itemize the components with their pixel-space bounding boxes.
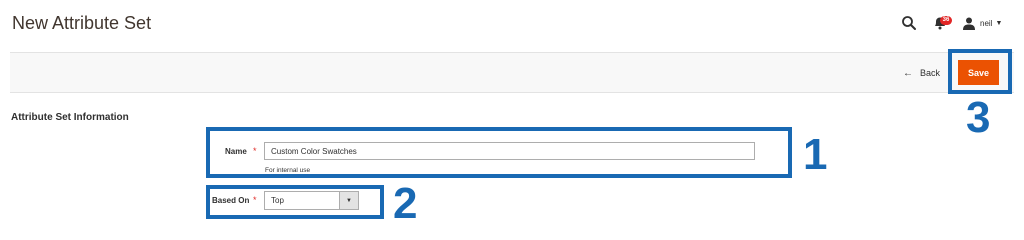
user-menu[interactable]: neil ▼ [963, 14, 1009, 32]
callout-box-1 [206, 127, 792, 178]
callout-number-1: 1 [803, 130, 828, 179]
back-button[interactable]: ← Back [903, 66, 940, 80]
notification-count-badge: 36 [940, 16, 952, 25]
callout-box-2 [206, 185, 384, 219]
callout-number-2: 2 [393, 179, 418, 228]
back-button-label: Back [920, 68, 941, 78]
user-name: neil [980, 18, 993, 28]
callout-number-3: 3 [966, 93, 991, 142]
search-icon[interactable] [901, 15, 917, 31]
user-icon [963, 17, 975, 30]
page-title: New Attribute Set [12, 13, 152, 33]
caret-down-icon: ▼ [995, 19, 1003, 27]
callout-box-3 [948, 49, 1012, 94]
section-title: Attribute Set Information [11, 112, 129, 123]
page-actions-bar [10, 52, 1014, 93]
arrow-left-icon: ← [903, 67, 913, 79]
